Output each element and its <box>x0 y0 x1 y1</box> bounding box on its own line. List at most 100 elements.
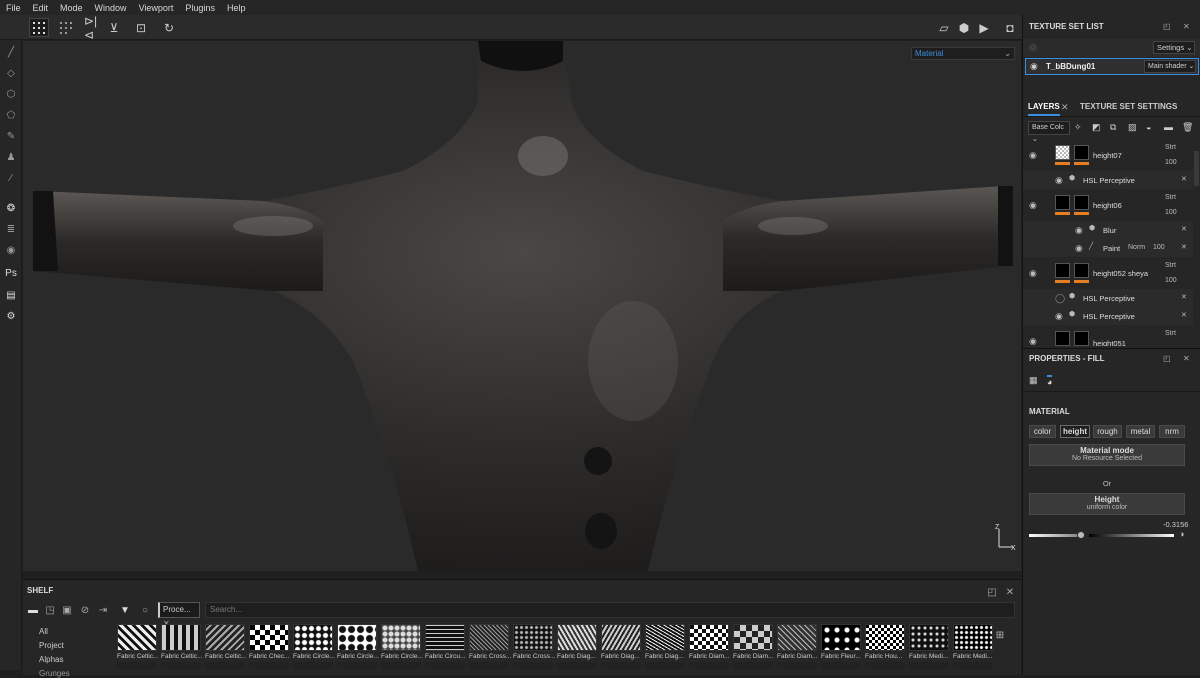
3d-viewport[interactable]: Material ⌄ Z X <box>23 41 1021 571</box>
menu-edit[interactable]: Edit <box>33 3 49 13</box>
menu-viewport[interactable]: Viewport <box>139 3 174 13</box>
grid-select-icon[interactable] <box>29 18 49 37</box>
effect-row[interactable]: ◉ ╱ Paint Norm 100 ✕ <box>1023 239 1193 257</box>
projection-icon[interactable]: ⬡ <box>3 86 19 102</box>
add-effect-icon[interactable]: ◒ <box>1146 122 1151 132</box>
grid-view-icon[interactable]: ⊞ <box>993 628 1007 642</box>
cube-view-icon[interactable]: ⬢ <box>954 18 974 37</box>
close-icon[interactable]: ✕ <box>1183 17 1190 37</box>
eye-icon[interactable]: ◉ <box>1075 243 1083 254</box>
clone-icon[interactable]: ♟ <box>3 149 19 165</box>
undock-icon[interactable]: ◰ <box>985 585 999 599</box>
eye-icon[interactable]: ◉ <box>1055 311 1063 322</box>
layer-row[interactable]: ◉ height051 Strt <box>1023 327 1193 346</box>
shelf-thumb[interactable]: Fabric Celtic... <box>205 624 247 676</box>
shelf-thumb[interactable]: Fabric Cross... <box>513 624 555 676</box>
smudge-icon[interactable]: ✎ <box>3 128 19 144</box>
close-icon[interactable]: ✕ <box>1181 243 1187 251</box>
add-mask-icon[interactable]: ▨ <box>1128 122 1137 133</box>
shelf-thumb[interactable]: Fabric Celtic... <box>161 624 203 676</box>
eye-icon[interactable]: ◉ <box>1030 61 1038 72</box>
channel-rough-button[interactable]: rough <box>1093 425 1122 438</box>
eraser-icon[interactable]: ◇ <box>3 65 19 81</box>
symmetry-y-icon[interactable]: ⊻ <box>104 18 124 37</box>
eye-icon[interactable]: ◉ <box>1055 175 1063 186</box>
channel-metal-button[interactable]: metal <box>1126 425 1155 438</box>
effect-row[interactable]: ◉ ⬢ Blur ✕ <box>1023 221 1193 239</box>
export-icon[interactable]: ⊡ <box>131 18 151 37</box>
menu-window[interactable]: Window <box>95 3 127 13</box>
channel-select[interactable]: Base Colc ⌄ <box>1028 121 1070 143</box>
tab-texture-set-settings[interactable]: TEXTURE SET SETTINGS <box>1080 102 1177 111</box>
shelf-thumb[interactable]: Fabric Circle... <box>337 624 379 676</box>
polygon-fill-icon[interactable]: ⬠ <box>3 107 19 123</box>
shelf-thumb[interactable]: Fabric Circu... <box>425 624 467 676</box>
color-picker-icon[interactable]: ⁄ <box>3 170 19 186</box>
shelf-thumb[interactable]: Fabric Diag... <box>601 624 643 676</box>
shelf-thumb[interactable]: Fabric Cross... <box>469 624 511 676</box>
menu-mode[interactable]: Mode <box>60 3 83 13</box>
save-icon[interactable]: ▣ <box>60 603 74 617</box>
height-resource-button[interactable]: Height uniform color <box>1029 493 1185 515</box>
effect-row[interactable]: ◉ ⬢ HSL Perceptive ✕ <box>1023 307 1193 325</box>
add-layer-icon[interactable]: ⧉ <box>1110 122 1116 133</box>
trash-icon[interactable]: 🗑 <box>1182 122 1193 133</box>
menu-help[interactable]: Help <box>227 3 246 13</box>
shelf-thumb[interactable]: Fabric Diam... <box>689 624 731 676</box>
material-tab-icon[interactable]: ◕ <box>1047 375 1053 387</box>
effect-row[interactable]: ◉ ⬢ HSL Perceptive ✕ <box>1023 171 1193 189</box>
close-icon[interactable]: ✕ <box>1061 102 1069 113</box>
shelf-thumb[interactable]: Fabric Medi... <box>953 624 995 676</box>
close-icon[interactable]: ✕ <box>1181 311 1187 319</box>
layers-stack-icon[interactable]: ≣ <box>3 221 19 237</box>
paint-brush-icon[interactable]: ╱ <box>3 44 19 60</box>
eye-closed-icon[interactable]: ◯ <box>1055 293 1065 304</box>
shelf-thumb[interactable]: Fabric Diag... <box>645 624 687 676</box>
close-icon[interactable]: ✕ <box>1003 585 1017 599</box>
symmetry-x-icon[interactable]: ⊳|⊲ <box>84 14 104 42</box>
tab-layers[interactable]: LAYERS <box>1028 102 1060 116</box>
settings-dropdown[interactable]: Settings ⌄ <box>1153 41 1195 54</box>
folder-icon[interactable]: ▬ <box>26 603 40 617</box>
filter-chip[interactable]: Proce... ✕ <box>158 602 200 628</box>
shelf-thumb[interactable]: Fabric Fleur... <box>821 624 863 676</box>
photoshop-icon[interactable]: Ps <box>3 265 19 281</box>
layer-row[interactable]: ◉ height07 Strt 100 <box>1023 141 1193 171</box>
screenshot-icon[interactable]: ◘ <box>1000 18 1020 37</box>
shelf-search-input[interactable]: Search... <box>205 602 1015 618</box>
layer-row[interactable]: ◉ height06 Strt 100 <box>1023 191 1193 221</box>
filter-icon[interactable]: ▼ <box>118 603 132 617</box>
visibility-icon[interactable]: ◎ <box>1029 42 1037 53</box>
shelf-thumb[interactable]: Fabric Chec... <box>249 624 291 676</box>
close-icon[interactable]: ✕ <box>1183 349 1190 369</box>
height-slider[interactable] <box>1029 531 1174 539</box>
import-icon[interactable]: ⇥ <box>96 603 110 617</box>
channel-color-button[interactable]: color <box>1029 425 1056 438</box>
category-project[interactable]: Project <box>39 641 64 650</box>
layer-row[interactable]: ◉ height052 sheya Strt 100 <box>1023 259 1193 289</box>
magic-wand-icon[interactable]: ✧ <box>1074 122 1082 133</box>
menu-plugins[interactable]: Plugins <box>185 3 215 13</box>
material-mode-button[interactable]: Material mode No Resource Selected <box>1029 444 1185 466</box>
slider-handle[interactable] <box>1076 531 1085 539</box>
menu-file[interactable]: File <box>6 3 21 13</box>
history-icon[interactable]: ↻ <box>159 18 179 37</box>
color-picker-icon[interactable]: ◑ <box>1179 529 1184 539</box>
shelf-thumb[interactable]: Fabric Celtic... <box>117 624 159 676</box>
shelf-thumb[interactable]: Fabric Circle... <box>293 624 335 676</box>
channel-nrm-button[interactable]: nrm <box>1159 425 1185 438</box>
texture-set-item[interactable]: ◉ T_bBDung01 Main shader ⌄ <box>1025 58 1199 75</box>
shelf-thumb[interactable]: Fabric Diam... <box>733 624 775 676</box>
close-icon[interactable]: ✕ <box>1181 293 1187 301</box>
close-icon[interactable]: ✕ <box>1181 225 1187 233</box>
category-all[interactable]: All <box>39 627 48 636</box>
shelf-thumb[interactable]: Fabric Hou... <box>865 624 907 676</box>
shelf-thumb[interactable]: Fabric Circle... <box>381 624 423 676</box>
hide-icon[interactable]: ⊘ <box>78 603 92 617</box>
close-icon[interactable]: ✕ <box>1181 175 1187 183</box>
grid-options-icon[interactable] <box>56 18 76 37</box>
eye-icon[interactable]: ◉ <box>1029 150 1037 161</box>
eye-icon[interactable]: ◉ <box>1075 225 1083 236</box>
materials-icon[interactable]: ❂ <box>3 200 19 216</box>
viewport-channel-select[interactable]: Material ⌄ <box>911 47 1015 60</box>
